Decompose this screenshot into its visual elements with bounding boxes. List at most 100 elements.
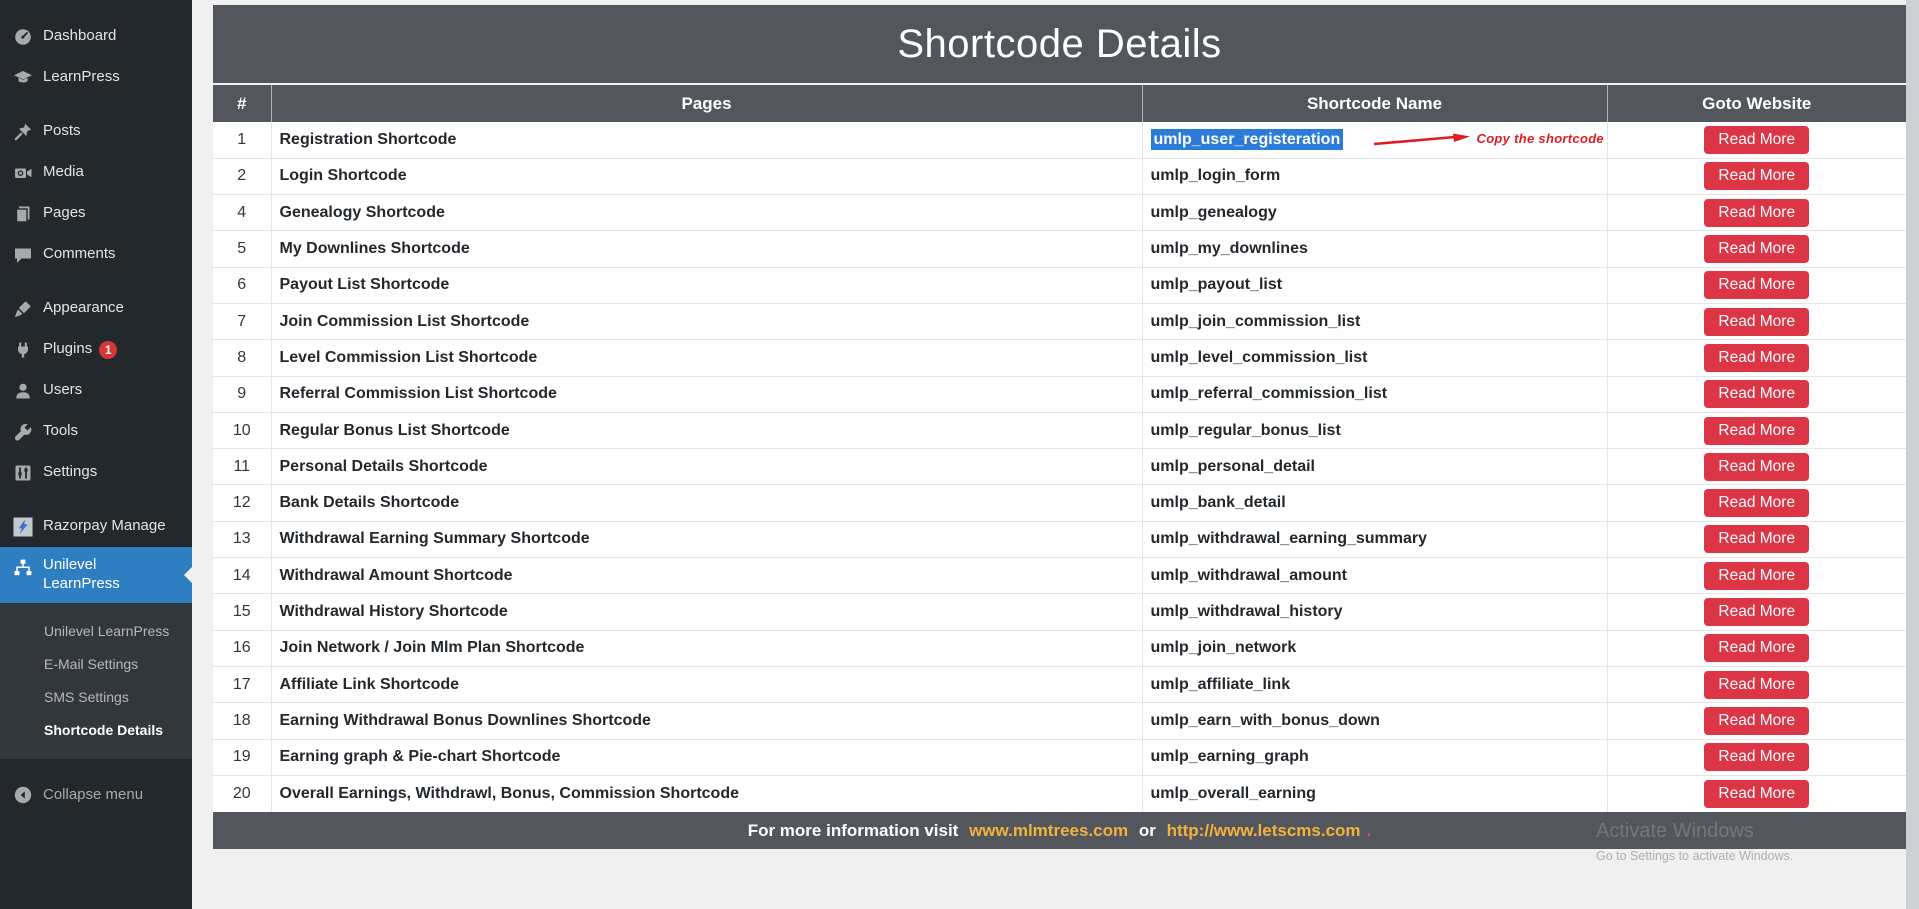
- read-more-button[interactable]: Read More: [1704, 380, 1809, 408]
- page-name: My Downlines Shortcode: [271, 231, 1142, 267]
- vertical-scrollbar[interactable]: [1906, 0, 1919, 909]
- sidebar-item-comments[interactable]: Comments: [0, 234, 192, 275]
- shortcode-name: umlp_withdrawal_earning_summary: [1142, 521, 1607, 557]
- network-tree-icon: [12, 558, 34, 578]
- learnpress-icon: [12, 68, 34, 88]
- page-name: Bank Details Shortcode: [271, 485, 1142, 521]
- page-name: Payout List Shortcode: [271, 267, 1142, 303]
- col-header-shortcode-name: Shortcode Name: [1142, 84, 1607, 122]
- read-more-button[interactable]: Read More: [1704, 162, 1809, 190]
- read-more-button[interactable]: Read More: [1704, 235, 1809, 263]
- sidebar-item-label: Users: [43, 381, 82, 400]
- sidebar-item-pages[interactable]: Pages: [0, 193, 192, 234]
- table-row: 13Withdrawal Earning Summary Shortcodeum…: [213, 521, 1906, 557]
- page-title-bar: Shortcode Details: [213, 5, 1906, 83]
- table-row: 14Withdrawal Amount Shortcodeumlp_withdr…: [213, 558, 1906, 594]
- mlmtrees-link[interactable]: www.mlmtrees.com: [969, 821, 1128, 840]
- sliders-icon: [12, 463, 34, 483]
- table-row: 17Affiliate Link Shortcodeumlp_affiliate…: [213, 666, 1906, 702]
- shortcode-table: # Pages Shortcode Name Goto Website 1Reg…: [213, 83, 1906, 812]
- paintbrush-icon: [12, 299, 34, 319]
- page-name: Registration Shortcode: [271, 122, 1142, 158]
- read-more-button[interactable]: Read More: [1704, 417, 1809, 445]
- collapse-arrow-icon: [12, 785, 34, 805]
- table-row: 16Join Network / Join Mlm Plan Shortcode…: [213, 630, 1906, 666]
- read-more-button[interactable]: Read More: [1704, 562, 1809, 590]
- table-row: 2Login Shortcodeumlp_login_formRead More: [213, 158, 1906, 194]
- read-more-button[interactable]: Read More: [1704, 707, 1809, 735]
- row-number: 13: [213, 521, 271, 557]
- goto-website-cell: Read More: [1607, 739, 1906, 775]
- submenu-item-email-settings[interactable]: E-Mail Settings: [0, 648, 192, 681]
- page-name: Login Shortcode: [271, 158, 1142, 194]
- sidebar-item-plugins[interactable]: Plugins 1: [0, 329, 192, 370]
- table-row: 19Earning graph & Pie-chart Shortcodeuml…: [213, 739, 1906, 775]
- goto-website-cell: Read More: [1607, 412, 1906, 448]
- read-more-button[interactable]: Read More: [1704, 598, 1809, 626]
- sidebar-item-label: Unilevel LearnPress: [43, 556, 143, 594]
- read-more-button[interactable]: Read More: [1704, 489, 1809, 517]
- row-number: 18: [213, 703, 271, 739]
- read-more-button[interactable]: Read More: [1704, 271, 1809, 299]
- row-number: 15: [213, 594, 271, 630]
- read-more-button[interactable]: Read More: [1704, 344, 1809, 372]
- shortcode-name: umlp_regular_bonus_list: [1142, 412, 1607, 448]
- read-more-button[interactable]: Read More: [1704, 126, 1809, 154]
- sidebar-item-appearance[interactable]: Appearance: [0, 288, 192, 329]
- shortcode-name: umlp_level_commission_list: [1142, 340, 1607, 376]
- sidebar-item-unilevel[interactable]: Unilevel LearnPress: [0, 547, 192, 603]
- goto-website-cell: Read More: [1607, 195, 1906, 231]
- table-row: 9Referral Commission List Shortcodeumlp_…: [213, 376, 1906, 412]
- page-name: Join Commission List Shortcode: [271, 303, 1142, 339]
- sidebar-item-users[interactable]: Users: [0, 370, 192, 411]
- sidebar-item-label: Media: [43, 163, 84, 182]
- shortcode-name: umlp_payout_list: [1142, 267, 1607, 303]
- submenu-item-shortcode-details[interactable]: Shortcode Details: [0, 714, 192, 747]
- plugins-update-badge: 1: [99, 341, 117, 359]
- table-header-row: # Pages Shortcode Name Goto Website: [213, 84, 1906, 122]
- sidebar-item-tools[interactable]: Tools: [0, 411, 192, 452]
- table-row: 6Payout List Shortcodeumlp_payout_listRe…: [213, 267, 1906, 303]
- shortcode-name: umlp_login_form: [1142, 158, 1607, 194]
- sidebar-item-dashboard[interactable]: Dashboard: [0, 16, 192, 57]
- page-name: Earning Withdrawal Bonus Downlines Short…: [271, 703, 1142, 739]
- shortcode-name: umlp_personal_detail: [1142, 449, 1607, 485]
- collapse-menu-label: Collapse menu: [43, 786, 143, 805]
- sidebar-item-learnpress[interactable]: LearnPress: [0, 57, 192, 98]
- submenu-item-sms-settings[interactable]: SMS Settings: [0, 681, 192, 714]
- page-title: Shortcode Details: [897, 22, 1221, 67]
- table-row: 7Join Commission List Shortcodeumlp_join…: [213, 303, 1906, 339]
- read-more-button[interactable]: Read More: [1704, 634, 1809, 662]
- sidebar-item-label: Razorpay Manage: [43, 517, 166, 536]
- shortcode-name: umlp_overall_earning: [1142, 775, 1607, 811]
- page-name: Regular Bonus List Shortcode: [271, 412, 1142, 448]
- shortcode-name: umlp_earn_with_bonus_down: [1142, 703, 1607, 739]
- sidebar-item-posts[interactable]: Posts: [0, 111, 192, 152]
- read-more-button[interactable]: Read More: [1704, 780, 1809, 808]
- sidebar-item-label: Plugins: [43, 340, 92, 359]
- read-more-button[interactable]: Read More: [1704, 743, 1809, 771]
- sidebar-item-label: Pages: [43, 204, 86, 223]
- read-more-button[interactable]: Read More: [1704, 308, 1809, 336]
- page-name: Withdrawal Earning Summary Shortcode: [271, 521, 1142, 557]
- read-more-button[interactable]: Read More: [1704, 199, 1809, 227]
- read-more-button[interactable]: Read More: [1704, 671, 1809, 699]
- table-row: 1Registration Shortcodeumlp_user_registe…: [213, 122, 1906, 158]
- letscms-link[interactable]: http://www.letscms.com: [1167, 821, 1361, 840]
- read-more-button[interactable]: Read More: [1704, 453, 1809, 481]
- dashboard-icon: [12, 27, 34, 47]
- goto-website-cell: Read More: [1607, 376, 1906, 412]
- media-icon: [12, 163, 34, 183]
- read-more-button[interactable]: Read More: [1704, 525, 1809, 553]
- plug-icon: [12, 340, 34, 360]
- collapse-menu-button[interactable]: Collapse menu: [0, 775, 192, 816]
- shortcode-name: umlp_genealogy: [1142, 195, 1607, 231]
- sidebar-item-razorpay[interactable]: Razorpay Manage: [0, 506, 192, 547]
- sidebar-item-settings[interactable]: Settings: [0, 452, 192, 493]
- footer-period: .: [1367, 821, 1372, 840]
- shortcode-name: umlp_affiliate_link: [1142, 666, 1607, 702]
- sidebar-item-media[interactable]: Media: [0, 152, 192, 193]
- submenu-item-unilevel-learnpress[interactable]: Unilevel LearnPress: [0, 615, 192, 648]
- shortcode-name: umlp_my_downlines: [1142, 231, 1607, 267]
- table-row: 18Earning Withdrawal Bonus Downlines Sho…: [213, 703, 1906, 739]
